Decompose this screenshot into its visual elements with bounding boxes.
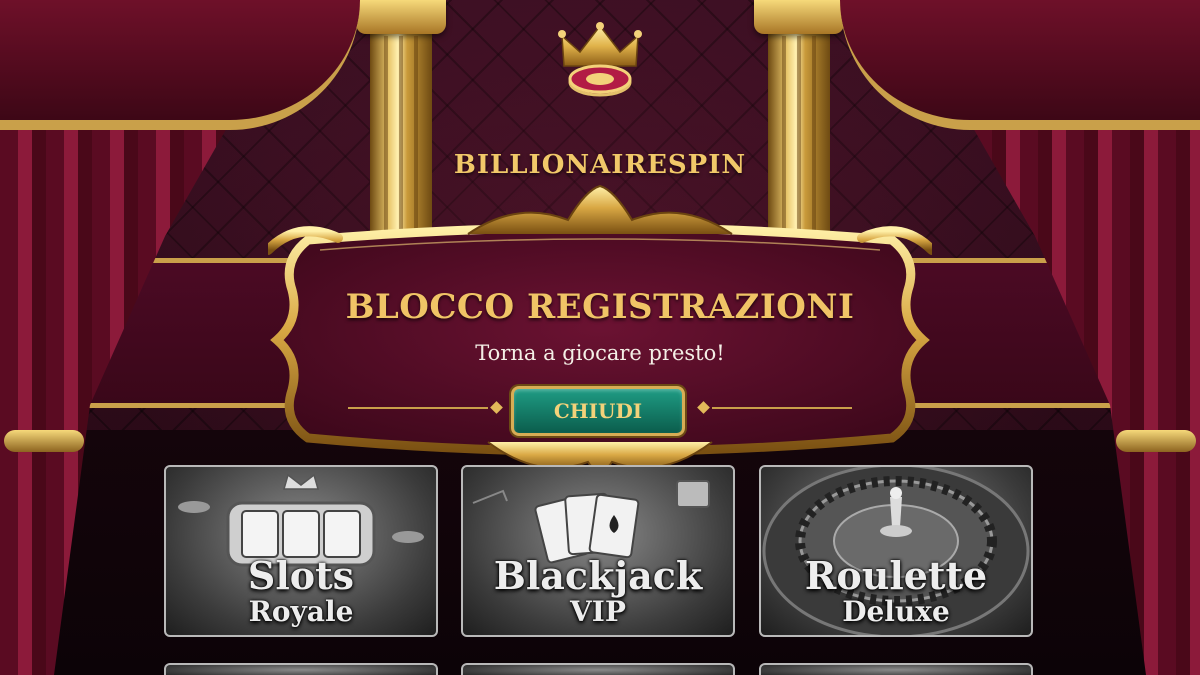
game-card-partial[interactable] bbox=[461, 663, 735, 675]
game-card-partial[interactable] bbox=[164, 663, 438, 675]
game-card-partial[interactable] bbox=[759, 663, 1033, 675]
game-title-line2: Deluxe bbox=[842, 595, 950, 628]
right-tieback bbox=[1116, 430, 1196, 452]
game-card-slots-royale[interactable]: Slots Royale bbox=[164, 465, 438, 637]
game-title-line1: Roulette bbox=[804, 553, 988, 598]
brand-logo: BILLIONAIRESPIN bbox=[440, 22, 760, 180]
game-card-blackjack-vip[interactable]: Blackjack VIP bbox=[461, 465, 735, 637]
casino-lobby: BILLIONAIRESPIN BLOCCO REGISTRAZIONI Tor… bbox=[0, 0, 1200, 675]
brand-name: BILLIONAIRESPIN bbox=[453, 150, 747, 180]
divider-right bbox=[712, 407, 852, 409]
game-title-line1: Blackjack bbox=[493, 553, 703, 598]
close-button[interactable]: CHIUDI bbox=[511, 386, 685, 436]
game-card-roulette-deluxe[interactable]: Roulette Deluxe bbox=[759, 465, 1033, 637]
game-title-line2: Royale bbox=[248, 595, 354, 628]
game-title-line1: Slots bbox=[247, 553, 355, 598]
divider-left bbox=[348, 407, 488, 409]
game-title-line2: VIP bbox=[570, 595, 626, 628]
registration-block-dialog: BLOCCO REGISTRAZIONI Torna a giocare pre… bbox=[268, 180, 932, 485]
left-tieback bbox=[4, 430, 84, 452]
dialog-subtitle: Torna a giocare presto! bbox=[475, 341, 725, 365]
crown-chip-icon bbox=[558, 22, 642, 97]
dialog-title: BLOCCO REGISTRAZIONI bbox=[345, 287, 855, 327]
ornate-gold-frame bbox=[268, 184, 932, 472]
